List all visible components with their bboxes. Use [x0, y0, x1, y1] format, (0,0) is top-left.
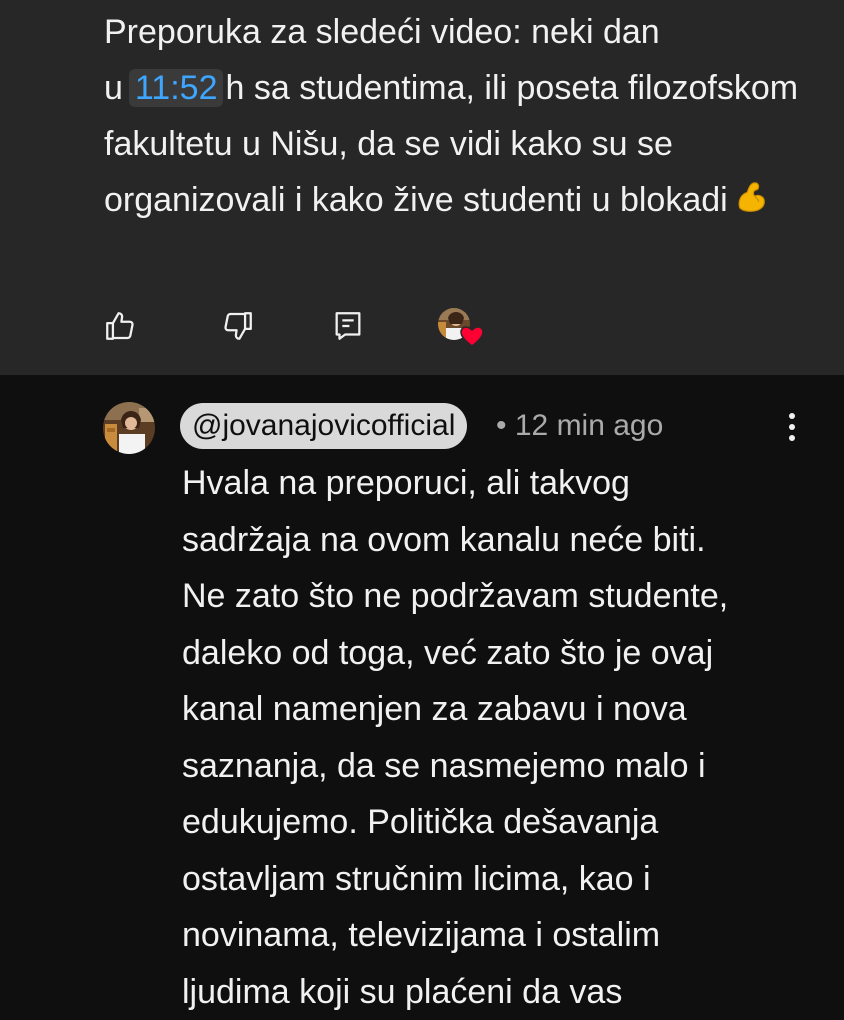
reply-button[interactable] [328, 306, 368, 346]
comment-meta: • 12 min ago [496, 403, 663, 449]
reply-line: sadržaja na ovom kanalu neće biti. [182, 512, 802, 569]
reply-line: ostavljam stručnim licima, kao i [182, 851, 802, 908]
creator-heart-avatar[interactable] [436, 306, 484, 348]
thumb-down-icon [221, 309, 255, 343]
avatar[interactable] [103, 402, 155, 454]
timestamp-link[interactable]: 11:52 [129, 69, 224, 107]
comment-text: Preporuka za sledeći video: neki dan u11… [104, 4, 804, 228]
comment-time: 12 min ago [515, 409, 663, 442]
reply-line: ljudima koji su plaćeni da vas [182, 964, 802, 1020]
author-handle[interactable]: @jovanajovicofficial [180, 403, 467, 449]
reply-comment: @jovanajovicofficial • 12 min ago Hvala … [0, 375, 844, 1000]
comment-reply-icon [331, 309, 365, 343]
more-options-button[interactable] [774, 405, 810, 449]
like-button[interactable] [100, 306, 140, 346]
reply-line: edukujemo. Politička dešavanja [182, 794, 802, 851]
dislike-button[interactable] [218, 306, 258, 346]
thumb-up-icon [103, 309, 137, 343]
comment-action-bar [0, 300, 844, 350]
more-vertical-icon [787, 412, 797, 442]
reply-line: Hvala na preporuci, ali takvog [182, 455, 802, 512]
reply-line: daleko od toga, već zato što je ovaj [182, 625, 802, 682]
highlighted-comment: Preporuka za sledeći video: neki dan u11… [0, 0, 844, 375]
heart-icon [461, 327, 483, 346]
reply-text: Hvala na preporuci, ali takvog sadržaja … [182, 455, 802, 1020]
reply-line: Ne zato što ne podržavam studente, [182, 568, 802, 625]
reply-line: kanal namenjen za zabavu i nova [182, 681, 802, 738]
meta-separator: • [496, 409, 507, 442]
reply-line: saznanja, da se nasmejemo malo i [182, 738, 802, 795]
reply-line: novinama, televizijama i ostalim [182, 907, 802, 964]
flexed-biceps-emoji [732, 179, 770, 217]
